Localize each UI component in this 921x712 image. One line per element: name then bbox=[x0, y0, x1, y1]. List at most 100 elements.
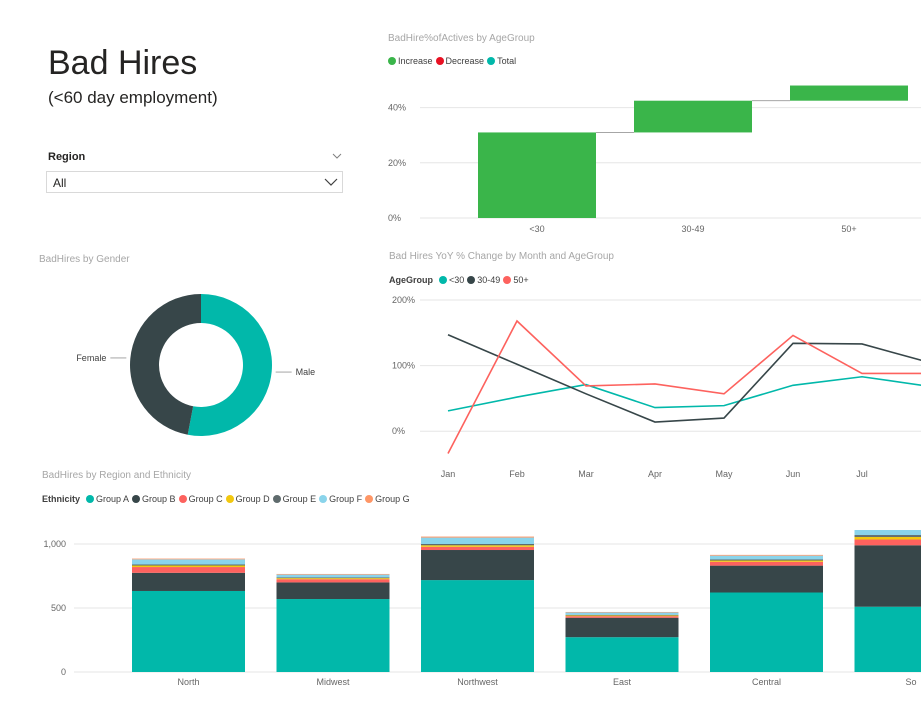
stacked-bar-chart: 0 500 1,000 North Midwest Northwest East Centra… bbox=[43, 530, 921, 687]
x-tick-label: Apr bbox=[648, 469, 662, 479]
waterfall-bar bbox=[478, 132, 596, 218]
y-tick-label: 500 bbox=[51, 603, 66, 613]
waterfall-chart-title: BadHire%ofActives by AgeGroup bbox=[388, 33, 535, 44]
x-tick-label: So bbox=[905, 677, 916, 687]
stacked-bar-segment bbox=[565, 612, 679, 615]
stacked-bar-segment bbox=[421, 545, 534, 547]
stacked-bar-segment bbox=[854, 606, 921, 672]
stacked-bar-segment bbox=[132, 564, 245, 566]
stacked-bar-segment bbox=[710, 565, 823, 593]
x-tick-label: <30 bbox=[529, 224, 544, 234]
y-tick-label: 100% bbox=[392, 361, 415, 371]
page-title: Bad Hires bbox=[48, 44, 198, 82]
x-tick-label: Jul bbox=[856, 469, 868, 479]
region-slicer-label: Region bbox=[48, 151, 86, 163]
x-tick-label: East bbox=[613, 677, 632, 687]
y-tick-label: 0 bbox=[61, 667, 66, 677]
stacked-bar-segment bbox=[276, 577, 390, 579]
x-tick-label: North bbox=[177, 677, 199, 687]
legend-label: Decrease bbox=[445, 56, 485, 66]
legend-dot bbox=[487, 57, 496, 65]
x-tick-label: 30-49 bbox=[681, 224, 704, 234]
legend-item-group-e[interactable]: Group E bbox=[272, 494, 316, 504]
x-tick-label: Midwest bbox=[316, 677, 350, 687]
stacked-bar-segment bbox=[565, 614, 679, 616]
legend-item-group-b[interactable]: Group B bbox=[132, 494, 176, 504]
legend-dot bbox=[388, 57, 396, 65]
legend-dot bbox=[319, 495, 328, 503]
stacked-legend: Ethnicity Group A Group B Group C Group … bbox=[42, 494, 413, 504]
chevron-up-icon[interactable] bbox=[331, 150, 343, 162]
stacked-bar-segment bbox=[854, 545, 921, 607]
x-tick-label: Northwest bbox=[457, 677, 498, 687]
legend-item-group-c[interactable]: Group C bbox=[178, 494, 223, 504]
legend-item-group-f[interactable]: Group F bbox=[319, 494, 362, 504]
legend-dot bbox=[503, 276, 512, 284]
donut-chart-title: BadHires by Gender bbox=[39, 254, 130, 265]
line-series-<30 bbox=[447, 375, 921, 412]
legend-label: 30-49 bbox=[477, 275, 501, 285]
legend-dot bbox=[132, 495, 141, 503]
legend-item-30-49[interactable]: 30-49 bbox=[467, 275, 500, 285]
y-tick-label: 200% bbox=[392, 295, 415, 305]
legend-item-increase[interactable]: Increase bbox=[388, 56, 433, 66]
stacked-bar-segment bbox=[854, 539, 921, 546]
legend-dot bbox=[439, 276, 447, 284]
stacked-bar-segment bbox=[276, 573, 390, 575]
donut-chart: Male Female bbox=[76, 294, 316, 436]
legend-item-under30[interactable]: <30 bbox=[439, 275, 464, 285]
stacked-bar-segment bbox=[421, 537, 534, 544]
stacked-bar-segment bbox=[565, 611, 679, 613]
legend-item-decrease[interactable]: Decrease bbox=[435, 56, 485, 66]
waterfall-legend: Increase Decrease Total bbox=[388, 56, 519, 66]
y-tick-label: 1,000 bbox=[43, 539, 66, 549]
legend-item-group-a[interactable]: Group A bbox=[86, 494, 129, 504]
stacked-bar-segment bbox=[132, 559, 245, 565]
stacked-bar-segment bbox=[276, 579, 390, 583]
donut-slice-female bbox=[129, 294, 201, 435]
y-tick-label: 20% bbox=[388, 158, 406, 168]
stacked-bar-segment bbox=[565, 615, 679, 617]
legend-item-50plus[interactable]: 50+ bbox=[503, 275, 529, 285]
stacked-bar-segment bbox=[132, 565, 245, 568]
legend-dot bbox=[272, 495, 281, 503]
y-tick-label: 40% bbox=[388, 103, 406, 113]
stacked-bar-segment bbox=[276, 582, 390, 600]
donut-label-male: Male bbox=[296, 367, 316, 377]
x-tick-label: 50+ bbox=[841, 224, 856, 234]
stacked-bar-segment bbox=[421, 550, 534, 581]
line-legend: AgeGroup <30 30-49 50+ bbox=[389, 275, 532, 285]
x-tick-label: Feb bbox=[509, 469, 525, 479]
line-chart: 0% 100% 200% Jan Feb Mar Apr May Jun Jul bbox=[392, 295, 921, 479]
legend-dot bbox=[178, 495, 187, 503]
legend-label: Group B bbox=[142, 494, 176, 504]
legend-label: 50+ bbox=[513, 275, 529, 285]
stacked-bar-segment bbox=[854, 536, 921, 540]
legend-label: Group A bbox=[96, 494, 130, 504]
stacked-bar-segment bbox=[710, 559, 823, 561]
stacked-bar-segment bbox=[565, 617, 679, 638]
stacked-bar-segment bbox=[710, 555, 823, 560]
stacked-bar-segment bbox=[132, 558, 245, 560]
x-tick-label: Jun bbox=[786, 469, 801, 479]
stacked-bar-segment bbox=[854, 530, 921, 536]
donut-label-female: Female bbox=[76, 353, 106, 363]
legend-label: Group D bbox=[235, 494, 270, 504]
stacked-bar-segment bbox=[276, 599, 390, 672]
legend-item-group-d[interactable]: Group D bbox=[225, 494, 270, 504]
y-tick-label: 0% bbox=[388, 213, 401, 223]
legend-dot bbox=[435, 57, 444, 65]
region-dropdown[interactable]: All bbox=[46, 171, 343, 193]
x-tick-label: Jan bbox=[441, 469, 456, 479]
stacked-bar-segment bbox=[710, 592, 823, 672]
waterfall-bar bbox=[790, 85, 908, 101]
legend-label: <30 bbox=[449, 275, 465, 285]
stacked-chart-title: BadHires by Region and Ethnicity bbox=[42, 470, 191, 481]
legend-item-group-g[interactable]: Group G bbox=[365, 494, 410, 504]
x-tick-label: Mar bbox=[578, 469, 594, 479]
legend-dot bbox=[86, 495, 95, 503]
legend-item-total[interactable]: Total bbox=[487, 56, 516, 66]
waterfall-chart: 0% 20% 40% <30 30-49 50+ bbox=[388, 85, 921, 234]
line-series-50+ bbox=[447, 319, 921, 454]
legend-title: AgeGroup bbox=[389, 275, 433, 285]
